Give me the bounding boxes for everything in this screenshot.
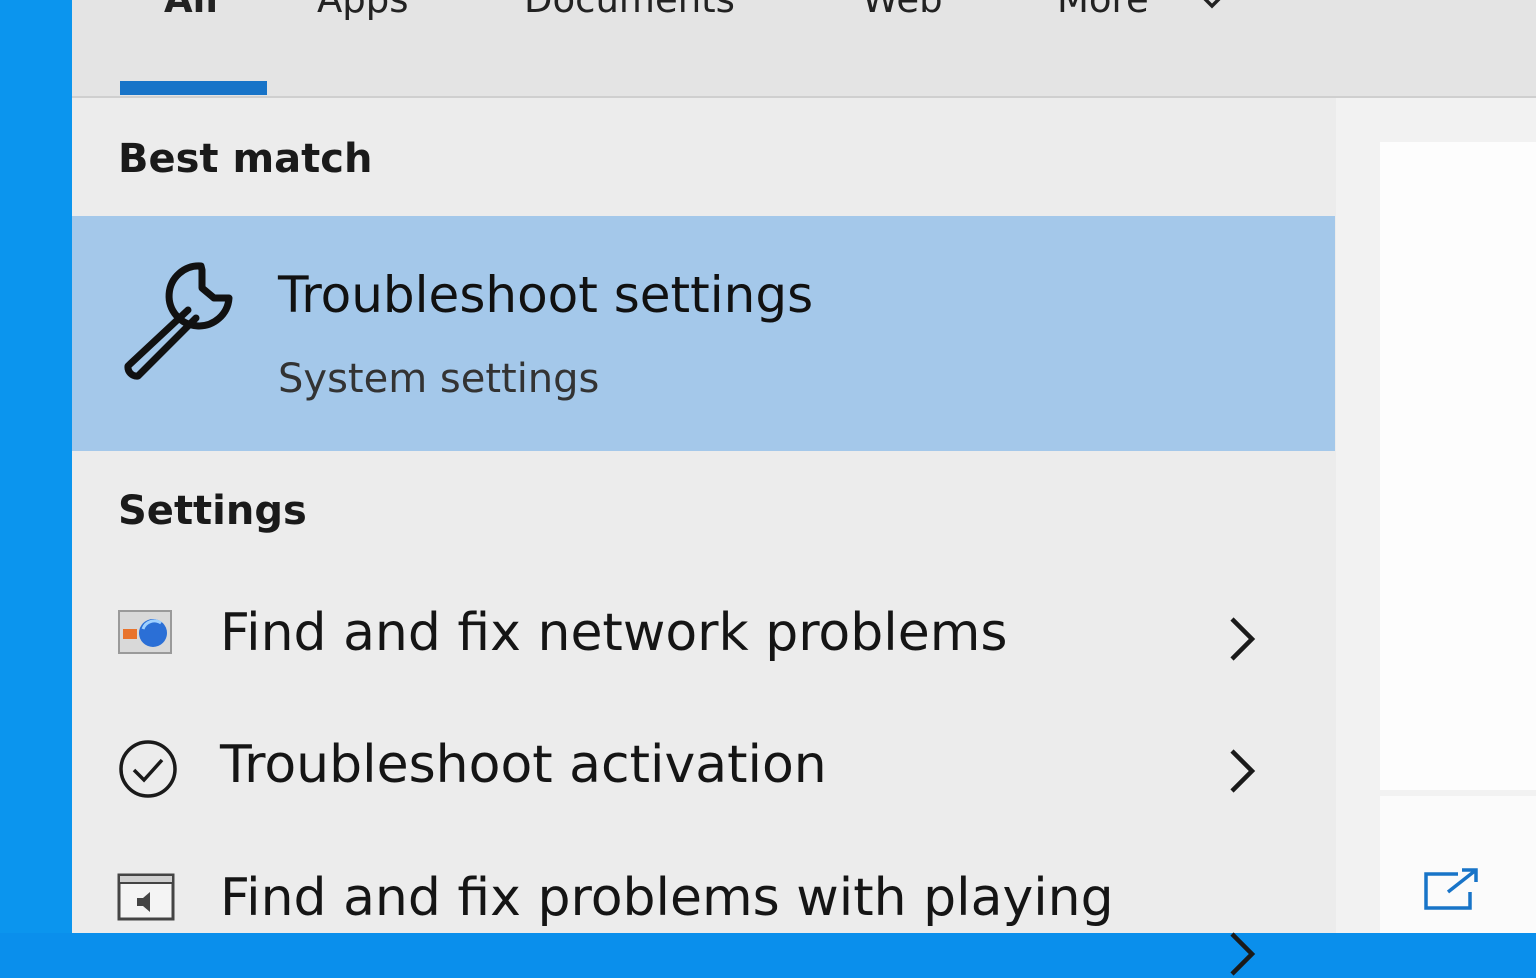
chevron-right-icon (1230, 749, 1256, 793)
settings-heading: Settings (118, 488, 307, 534)
tab-web[interactable]: Web (862, 0, 943, 21)
tab-documents[interactable]: Documents (524, 0, 735, 21)
preview-card (1380, 142, 1536, 790)
network-troubleshooter-icon (118, 610, 172, 654)
tab-all[interactable]: All (164, 0, 218, 21)
tab-apps[interactable]: Apps (317, 0, 409, 21)
preview-pane (1336, 98, 1536, 933)
tab-more[interactable]: More (1057, 0, 1149, 21)
desktop-background (0, 0, 72, 933)
settings-result-item[interactable]: Find and fix problems with playing (72, 838, 1335, 976)
wrench-icon (124, 262, 233, 380)
check-circle-icon (119, 740, 177, 798)
results-list: Best match Troubleshoot settings System … (72, 98, 1336, 976)
active-tab-indicator (120, 81, 267, 95)
open-external-icon[interactable] (1422, 866, 1482, 912)
settings-result-item[interactable]: Troubleshoot activation (72, 705, 1335, 835)
best-match-subtitle: System settings (278, 356, 600, 402)
settings-item-label: Troubleshoot activation (220, 735, 827, 795)
search-panel: All Apps Documents Web More Best match T… (72, 0, 1536, 976)
chevron-right-icon (1230, 617, 1256, 661)
best-match-heading: Best match (118, 136, 373, 182)
chevron-right-icon (1230, 932, 1256, 976)
settings-item-label: Find and fix network problems (220, 603, 1008, 663)
audio-troubleshooter-icon (117, 873, 175, 921)
best-match-result[interactable]: Troubleshoot settings System settings (72, 216, 1335, 451)
preview-actions (1380, 796, 1536, 933)
settings-result-item[interactable]: Find and fix network problems (72, 573, 1335, 703)
chevron-down-icon[interactable] (1197, 0, 1227, 16)
best-match-title: Troubleshoot settings (278, 266, 814, 324)
settings-item-label: Find and fix problems with playing (220, 868, 1114, 928)
filter-tabs: All Apps Documents Web More (72, 0, 1536, 98)
